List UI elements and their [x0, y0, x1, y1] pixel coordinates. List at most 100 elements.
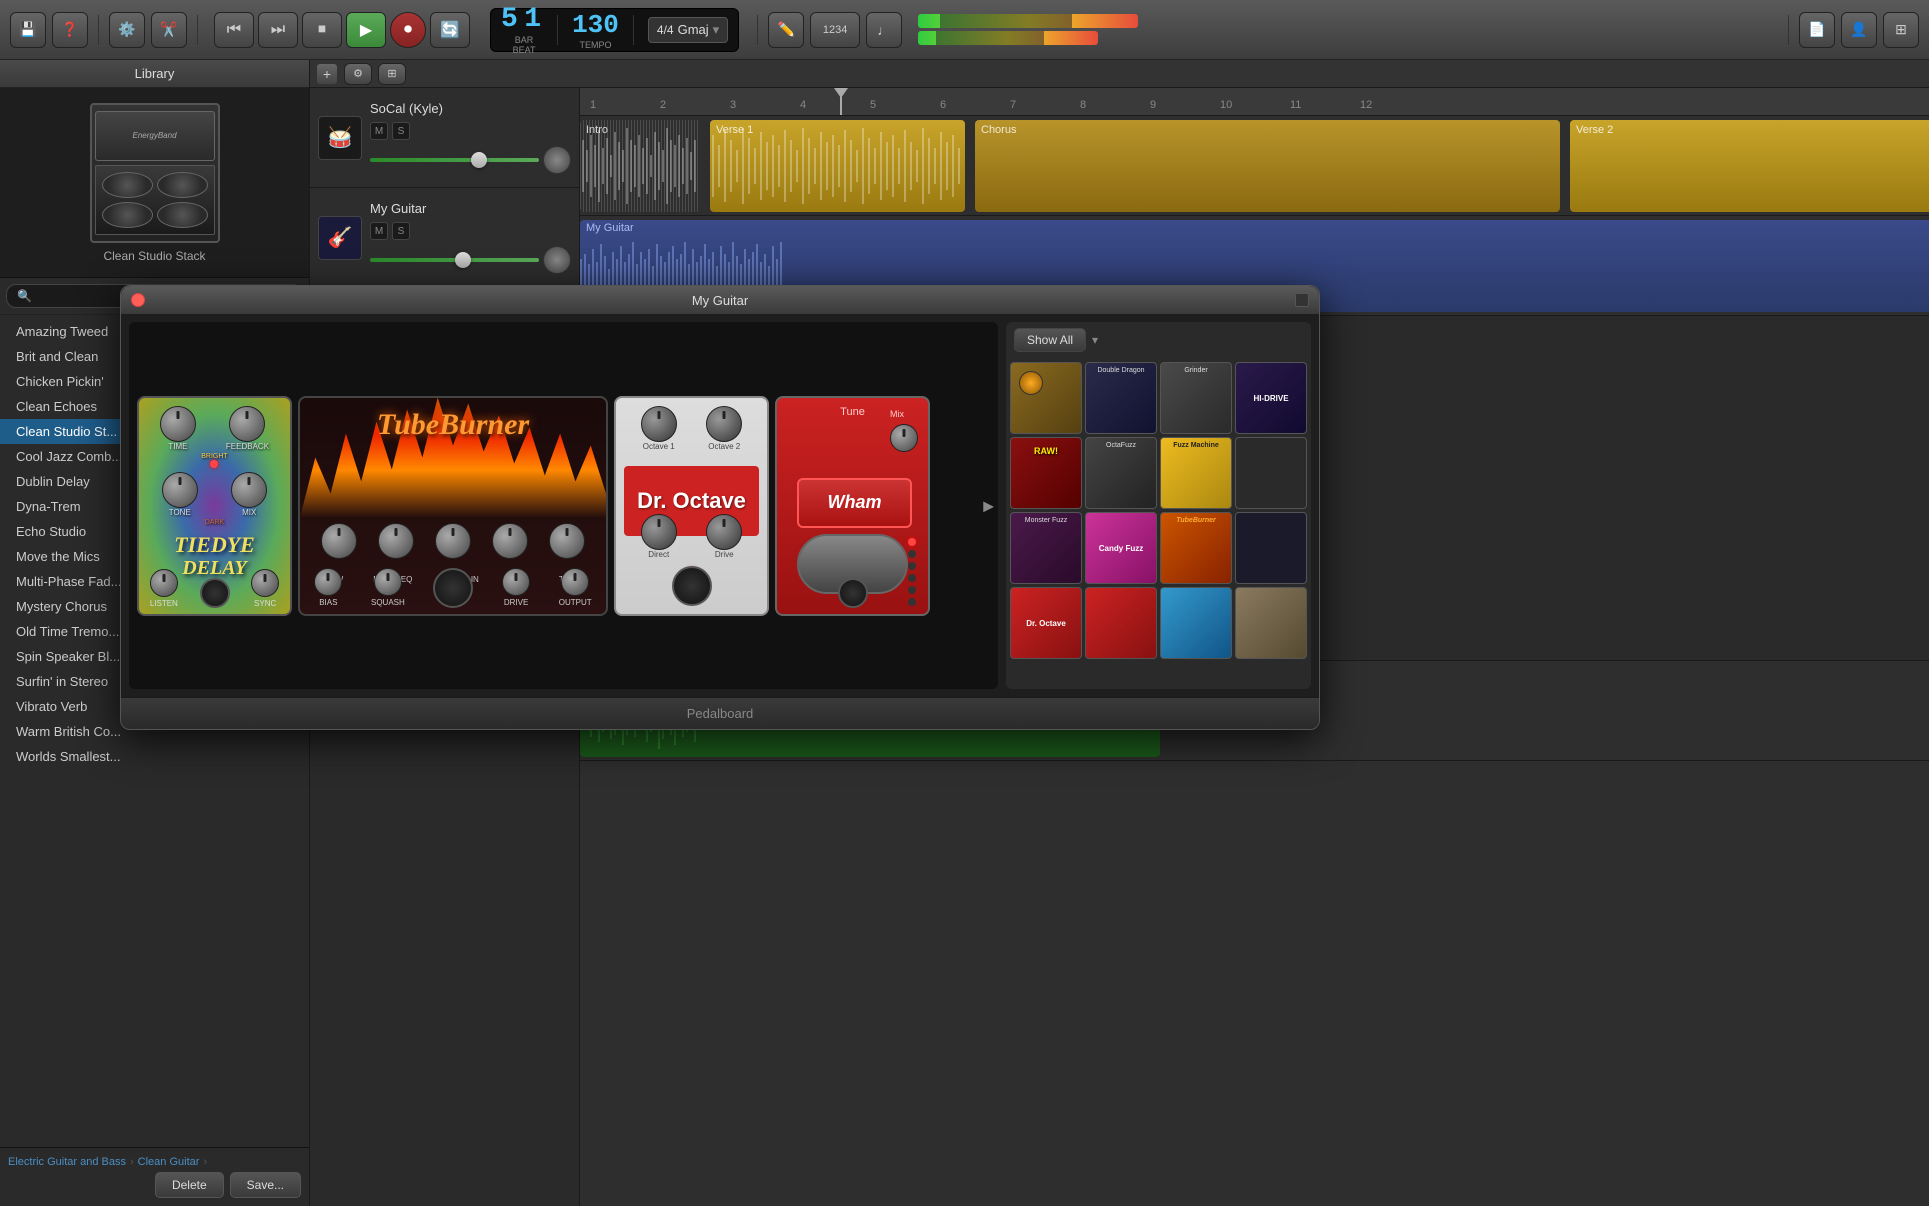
sep4 — [1788, 15, 1789, 45]
key-dropdown-icon[interactable]: ▾ — [713, 22, 720, 38]
pedal-thumb-item-12[interactable] — [1235, 512, 1307, 584]
track-view-btn[interactable]: ⊞ — [378, 63, 406, 85]
sep2 — [197, 15, 198, 45]
knob-tb-tone[interactable] — [549, 523, 585, 559]
amp-cab — [95, 165, 215, 235]
score-btn[interactable]: 📄 — [1799, 12, 1835, 48]
knob-tb-output[interactable] — [561, 568, 589, 596]
save-icon[interactable]: 💾 — [10, 12, 46, 48]
modal-resize-button[interactable] — [1295, 293, 1309, 307]
region-verse2[interactable]: Verse 2 — [1570, 120, 1929, 212]
help-icon[interactable]: ❓ — [52, 12, 88, 48]
knob-direct[interactable] — [641, 514, 677, 550]
stomp-tubeburner[interactable] — [433, 568, 473, 608]
delete-button[interactable]: Delete — [155, 1172, 224, 1198]
dropdown-arrow[interactable]: ▾ — [1092, 333, 1098, 347]
stomp-droctave[interactable] — [672, 566, 712, 606]
pedal-tiedye-delay[interactable]: TIME FEEDBACK BRIGHT — [137, 396, 292, 616]
save-button[interactable]: Save... — [230, 1172, 301, 1198]
pedal-thumb-item-5[interactable]: RAW! — [1010, 437, 1082, 509]
show-all-button[interactable]: Show All — [1014, 328, 1086, 352]
settings-icon[interactable]: ⚙️ — [109, 12, 145, 48]
track-header-socal[interactable]: 🥁 SoCal (Kyle) M S — [310, 88, 579, 188]
library-item-worlds-smallest[interactable]: Worlds Smallest... — [0, 744, 309, 769]
library-preview: EnergyBand Clean Studio Stack — [0, 88, 309, 278]
track-header-guitar[interactable]: 🎸 My Guitar M S — [310, 188, 579, 288]
knob-oct1[interactable] — [641, 406, 677, 442]
profile-btn[interactable]: 👤 — [1841, 12, 1877, 48]
pedal-wham[interactable]: Tune Mix Wham — [775, 396, 930, 616]
knob-wham-mix[interactable] — [890, 424, 918, 452]
pedal-thumb-item-16[interactable] — [1235, 587, 1307, 659]
fast-forward-button[interactable]: ⏭ — [258, 12, 298, 48]
pedal-thumb-item-11[interactable]: TubeBurner — [1160, 512, 1232, 584]
region-verse1[interactable]: Verse 1 — [710, 120, 965, 212]
breadcrumb-electric[interactable]: Electric Guitar and Bass — [8, 1156, 126, 1168]
pedal-tubeburner[interactable]: TubeBurner — [298, 396, 608, 616]
add-track-button[interactable]: + — [316, 63, 338, 85]
play-button[interactable]: ▶ — [346, 12, 386, 48]
knob-tb-low[interactable] — [321, 523, 357, 559]
knob-tb-drive[interactable] — [502, 568, 530, 596]
knob-feedback[interactable] — [229, 406, 265, 442]
track-mute-guitar[interactable]: M — [370, 222, 388, 240]
pedal-thumb-item-3[interactable]: Grinder — [1160, 362, 1232, 434]
pedal-thumb-item-8[interactable] — [1235, 437, 1307, 509]
scissors-icon[interactable]: ✂️ — [151, 12, 187, 48]
breadcrumb-clean-guitar[interactable]: Clean Guitar — [138, 1156, 200, 1168]
stomp-tiedye[interactable] — [200, 578, 230, 608]
knob-tb-bias[interactable] — [314, 568, 342, 596]
pedal-thumb-item-4[interactable]: HI-DRIVE — [1235, 362, 1307, 434]
key-display[interactable]: 4/4 Gmaj ▾ — [648, 17, 728, 43]
pedal-thumb-item-10[interactable]: Candy Fuzz — [1085, 512, 1157, 584]
stomp-wham[interactable] — [838, 578, 868, 608]
fader-knob-guitar[interactable] — [455, 252, 471, 268]
volume-knob-socal[interactable] — [543, 146, 571, 174]
knob-time[interactable] — [160, 406, 196, 442]
pedal-thumb-item-2[interactable]: Double Dragon — [1085, 362, 1157, 434]
pencil-tool[interactable]: ✏️ — [768, 12, 804, 48]
pedal-thumb-item-1[interactable] — [1010, 362, 1082, 434]
rewind-button[interactable]: ⏮ — [214, 12, 254, 48]
region-chorus[interactable]: Chorus — [975, 120, 1560, 212]
track-options-btn[interactable]: ⚙ — [344, 63, 372, 85]
smart-controls-btn[interactable]: ⊞ — [1883, 12, 1919, 48]
fader-track-socal[interactable] — [370, 158, 539, 162]
record-button[interactable]: ⏺ — [390, 12, 426, 48]
volume-knob-guitar[interactable] — [543, 246, 571, 274]
speaker-tr — [157, 172, 208, 198]
knob-tb-midfreq[interactable] — [378, 523, 414, 559]
stop-button[interactable]: ⏹ — [302, 12, 342, 48]
pedal-scroll-right[interactable]: ▶ — [983, 497, 994, 514]
pedal-thumb-item-6[interactable]: OctaFuzz — [1085, 437, 1157, 509]
pedal-thumb-item-9[interactable]: Monster Fuzz — [1010, 512, 1082, 584]
knob-tone[interactable] — [162, 472, 198, 508]
knob-sync[interactable] — [251, 569, 279, 597]
track-solo-guitar[interactable]: S — [392, 222, 410, 240]
cycle-button[interactable]: 🔄 — [430, 12, 470, 48]
knob-tb-squash[interactable] — [374, 568, 402, 596]
metronome-btn[interactable]: ♩ — [866, 12, 902, 48]
fader-knob-socal[interactable] — [471, 152, 487, 168]
knob-tb-high[interactable] — [492, 523, 528, 559]
pedal-dr-octave[interactable]: Octave 1 Octave 2 Dr. Octave Direct — [614, 396, 769, 616]
key-sig: Gmaj — [678, 22, 709, 37]
knob-oct2[interactable] — [706, 406, 742, 442]
modal-body: TIME FEEDBACK BRIGHT — [121, 314, 1319, 697]
knob-tb-midgain[interactable] — [435, 523, 471, 559]
knob-drive[interactable] — [706, 514, 742, 550]
count-btn[interactable]: 1234 — [810, 12, 860, 48]
track-solo-socal[interactable]: S — [392, 122, 410, 140]
track-mute-socal[interactable]: M — [370, 122, 388, 140]
modal-close-button[interactable] — [131, 293, 145, 307]
pedal-thumb-item-13[interactable]: Dr. Octave — [1010, 587, 1082, 659]
fader-track-guitar[interactable] — [370, 258, 539, 262]
pedal-thumb-item-15[interactable] — [1160, 587, 1232, 659]
knob-mix[interactable] — [231, 472, 267, 508]
thumb-label-fuzz-machine: Fuzz Machine — [1161, 442, 1231, 449]
pedal-thumb-item-7[interactable]: Fuzz Machine — [1160, 437, 1232, 509]
knob-group-bright: BRIGHT — [201, 453, 227, 468]
pedal-thumb-item-14[interactable] — [1085, 587, 1157, 659]
region-intro[interactable]: Intro — [580, 120, 700, 212]
knob-listen[interactable] — [150, 569, 178, 597]
